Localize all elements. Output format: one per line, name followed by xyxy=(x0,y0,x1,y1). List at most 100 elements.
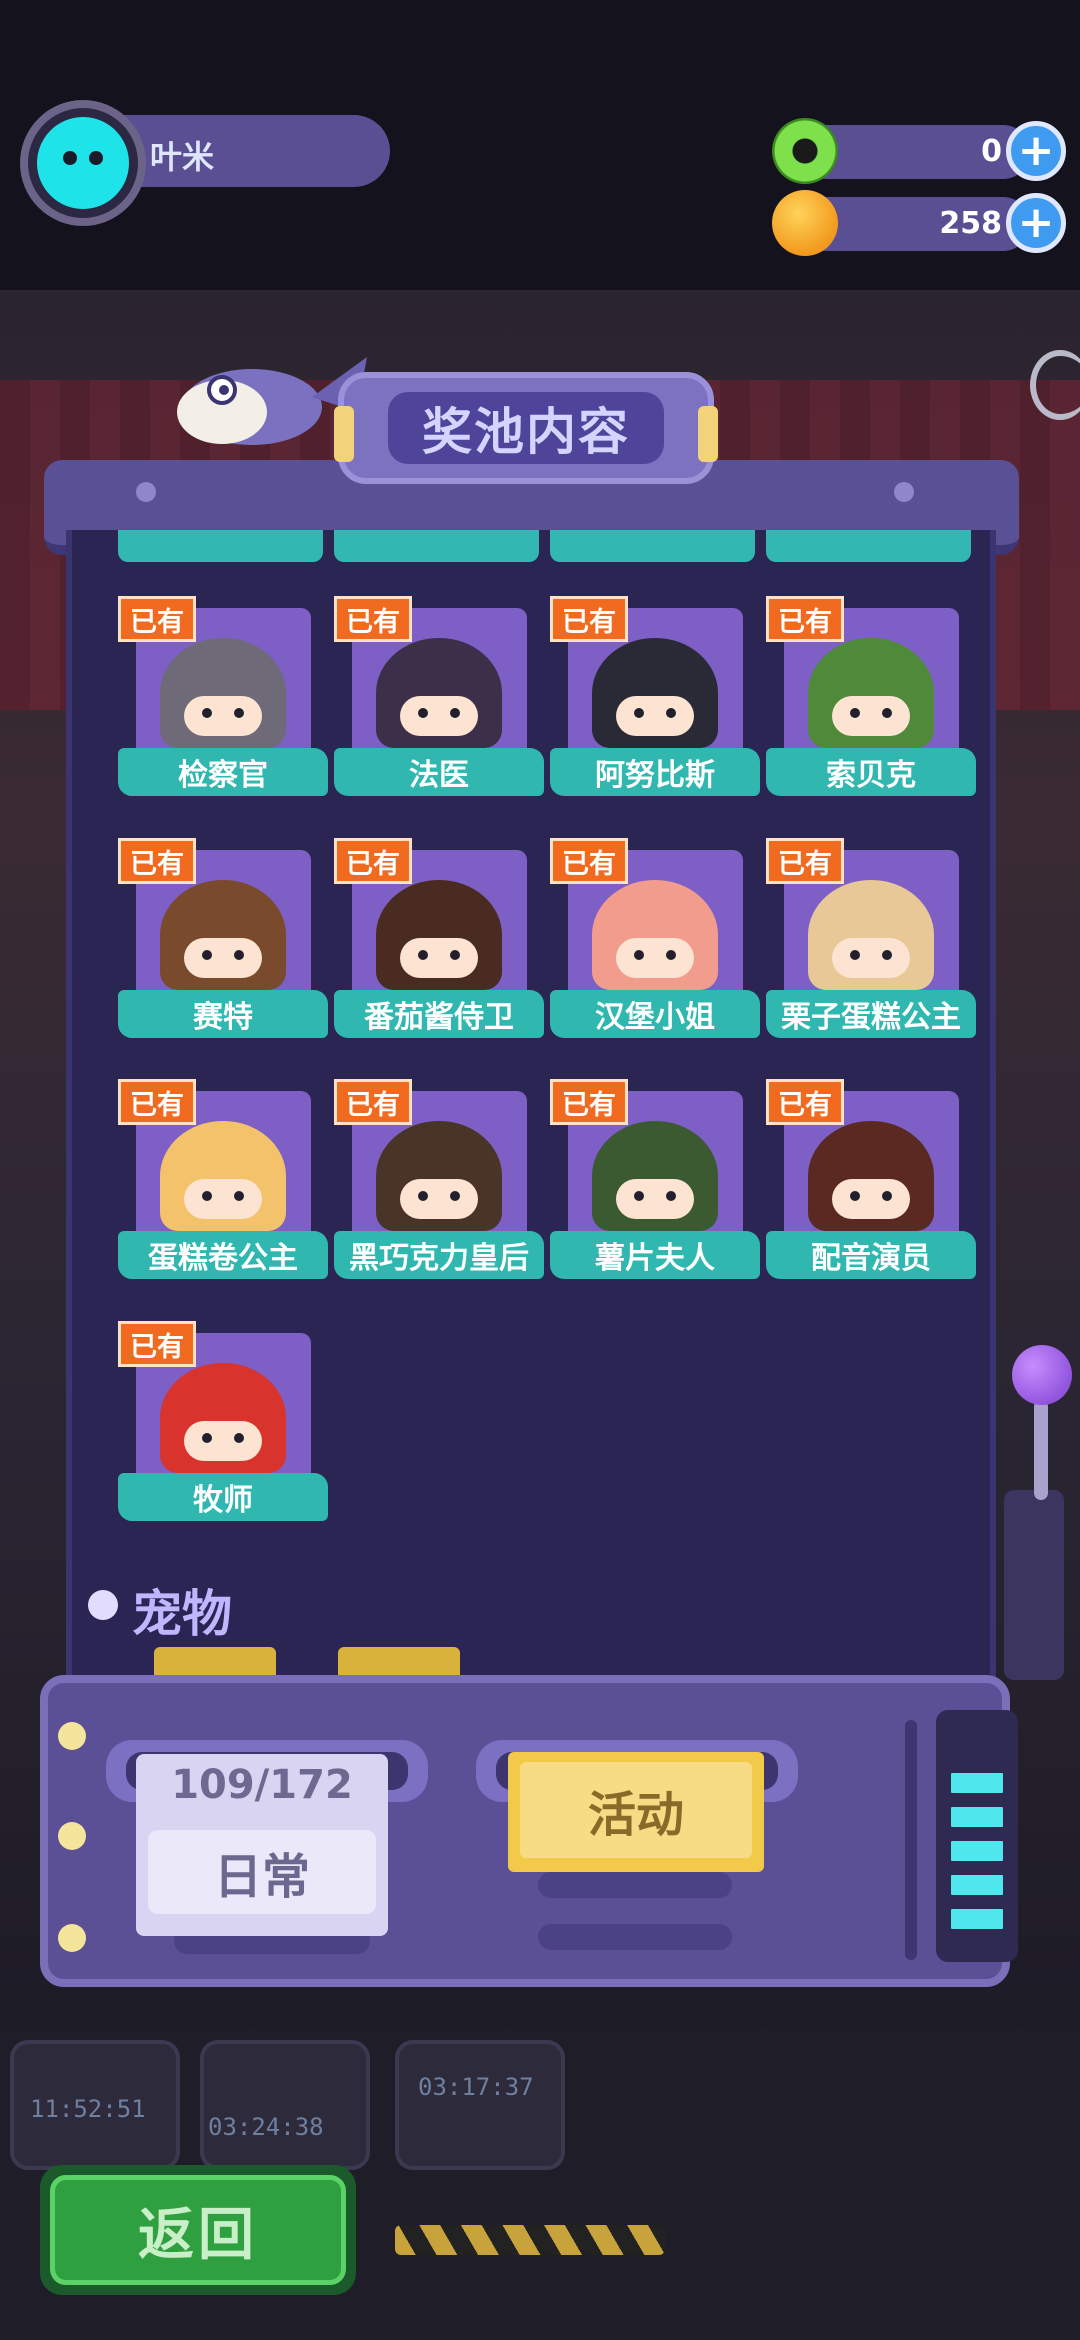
prize-pool-list[interactable]: 已有 检察官 已有 法医 已有 阿努比斯 已有 索贝克 已有 赛特 已有 番茄酱侍卫 已有 汉堡小姐 已有栗… xyxy=(66,530,996,1680)
indicator-light xyxy=(58,1924,86,1952)
meter-segment xyxy=(948,1838,1006,1864)
character-name: 番茄酱侍卫 xyxy=(334,990,544,1038)
tab-event[interactable]: 活动 xyxy=(508,1752,764,1872)
character-card[interactable]: 已有 黑巧克力皇后 xyxy=(334,1079,544,1279)
character-portrait xyxy=(160,1363,286,1473)
character-card[interactable]: 已有 索贝克 xyxy=(766,596,976,796)
indicator-light xyxy=(58,1722,86,1750)
owned-badge: 已有 xyxy=(766,1079,844,1125)
character-name: 检察官 xyxy=(118,748,328,796)
character-portrait xyxy=(592,1121,718,1231)
tab-event-label: 活动 xyxy=(520,1762,752,1858)
character-card[interactable]: 已有 法医 xyxy=(334,596,544,796)
character-card[interactable]: 已有 牧师 xyxy=(118,1321,328,1521)
character-card[interactable]: 已有 赛特 xyxy=(118,838,328,1038)
owned-badge: 已有 xyxy=(118,1321,196,1367)
section-bullet xyxy=(88,1590,118,1620)
character-face xyxy=(400,696,478,736)
character-card[interactable]: 已有 栗子蛋糕公主 xyxy=(766,838,976,1038)
daily-progress-count: 109/172 xyxy=(171,1762,353,1808)
character-portrait xyxy=(376,1121,502,1231)
owned-badge: 已有 xyxy=(118,838,196,884)
lever-stick[interactable] xyxy=(1034,1400,1048,1500)
donut-coin-icon xyxy=(772,118,838,184)
character-name: 赛特 xyxy=(118,990,328,1038)
character-card[interactable]: 已有 检察官 xyxy=(118,596,328,796)
character-name: 配音演员 xyxy=(766,1231,976,1279)
character-face xyxy=(616,1179,694,1219)
character-face xyxy=(616,696,694,736)
owned-badge: 已有 xyxy=(550,838,628,884)
rivet xyxy=(894,482,914,502)
character-card[interactable]: 已有 配音演员 xyxy=(766,1079,976,1279)
character-card-partial xyxy=(766,530,971,562)
character-name: 汉堡小姐 xyxy=(550,990,760,1038)
lever-knob[interactable] xyxy=(1012,1345,1072,1405)
character-portrait xyxy=(808,1121,934,1231)
character-name: 蛋糕卷公主 xyxy=(118,1231,328,1279)
tab-daily[interactable]: 109/172 日常 xyxy=(136,1754,388,1936)
character-card[interactable]: 已有 汉堡小姐 xyxy=(550,838,760,1038)
avatar[interactable] xyxy=(20,100,146,226)
tab-daily-label: 日常 xyxy=(148,1830,376,1914)
background-timer: 03:24:38 xyxy=(208,2113,324,2141)
character-card[interactable]: 已有 薯片夫人 xyxy=(550,1079,760,1279)
character-face xyxy=(832,1179,910,1219)
tab-stub xyxy=(338,1647,460,1677)
character-name: 栗子蛋糕公主 xyxy=(766,990,976,1038)
character-portrait xyxy=(160,638,286,748)
character-portrait xyxy=(592,880,718,990)
title-cap xyxy=(698,406,718,462)
add-planet-coin-button[interactable]: + xyxy=(1006,193,1066,253)
meter-segment xyxy=(948,1872,1006,1898)
back-button[interactable]: 返回 xyxy=(40,2165,356,2295)
character-name: 阿努比斯 xyxy=(550,748,760,796)
slot-shadow xyxy=(538,1924,732,1950)
rivet xyxy=(136,482,156,502)
hazard-stripe xyxy=(395,2225,665,2255)
character-face xyxy=(832,696,910,736)
owned-badge: 已有 xyxy=(118,596,196,642)
character-portrait xyxy=(376,880,502,990)
owned-badge: 已有 xyxy=(334,596,412,642)
character-name: 法医 xyxy=(334,748,544,796)
owned-badge: 已有 xyxy=(766,596,844,642)
background-timer: 03:17:37 xyxy=(418,2073,534,2101)
owned-badge: 已有 xyxy=(334,838,412,884)
character-card-partial xyxy=(334,530,539,562)
meter-segment xyxy=(948,1770,1006,1796)
character-face xyxy=(184,696,262,736)
console-rail xyxy=(905,1720,917,1960)
modal-title-plate: 奖池内容 xyxy=(334,372,718,484)
owned-badge: 已有 xyxy=(766,838,844,884)
tab-stub xyxy=(154,1647,276,1677)
owned-badge: 已有 xyxy=(334,1079,412,1125)
character-portrait xyxy=(376,638,502,748)
character-portrait xyxy=(160,880,286,990)
character-face xyxy=(184,1421,262,1461)
energy-meter xyxy=(936,1710,1018,1962)
planet-coin-icon xyxy=(772,190,838,256)
background-timer: 11:52:51 xyxy=(30,2095,146,2123)
character-card[interactable]: 已有 蛋糕卷公主 xyxy=(118,1079,328,1279)
meter-segment xyxy=(948,1804,1006,1830)
owned-badge: 已有 xyxy=(118,1079,196,1125)
lever-base xyxy=(1004,1490,1064,1680)
cat-avatar-icon xyxy=(37,117,129,209)
character-face xyxy=(400,938,478,978)
character-face xyxy=(832,938,910,978)
character-portrait xyxy=(808,880,934,990)
back-button-label: 返回 xyxy=(50,2175,346,2285)
character-card[interactable]: 已有 番茄酱侍卫 xyxy=(334,838,544,1038)
section-label-pets: 宠物 xyxy=(132,1585,232,1643)
character-name: 索贝克 xyxy=(766,748,976,796)
character-card[interactable]: 已有 阿努比斯 xyxy=(550,596,760,796)
modal-title: 奖池内容 xyxy=(388,392,664,464)
add-donut-coin-button[interactable]: + xyxy=(1006,121,1066,181)
character-portrait xyxy=(160,1121,286,1231)
character-portrait xyxy=(592,638,718,748)
background-slot xyxy=(200,2040,370,2170)
character-face xyxy=(616,938,694,978)
character-name: 牧师 xyxy=(118,1473,328,1521)
background-slot xyxy=(395,2040,565,2170)
